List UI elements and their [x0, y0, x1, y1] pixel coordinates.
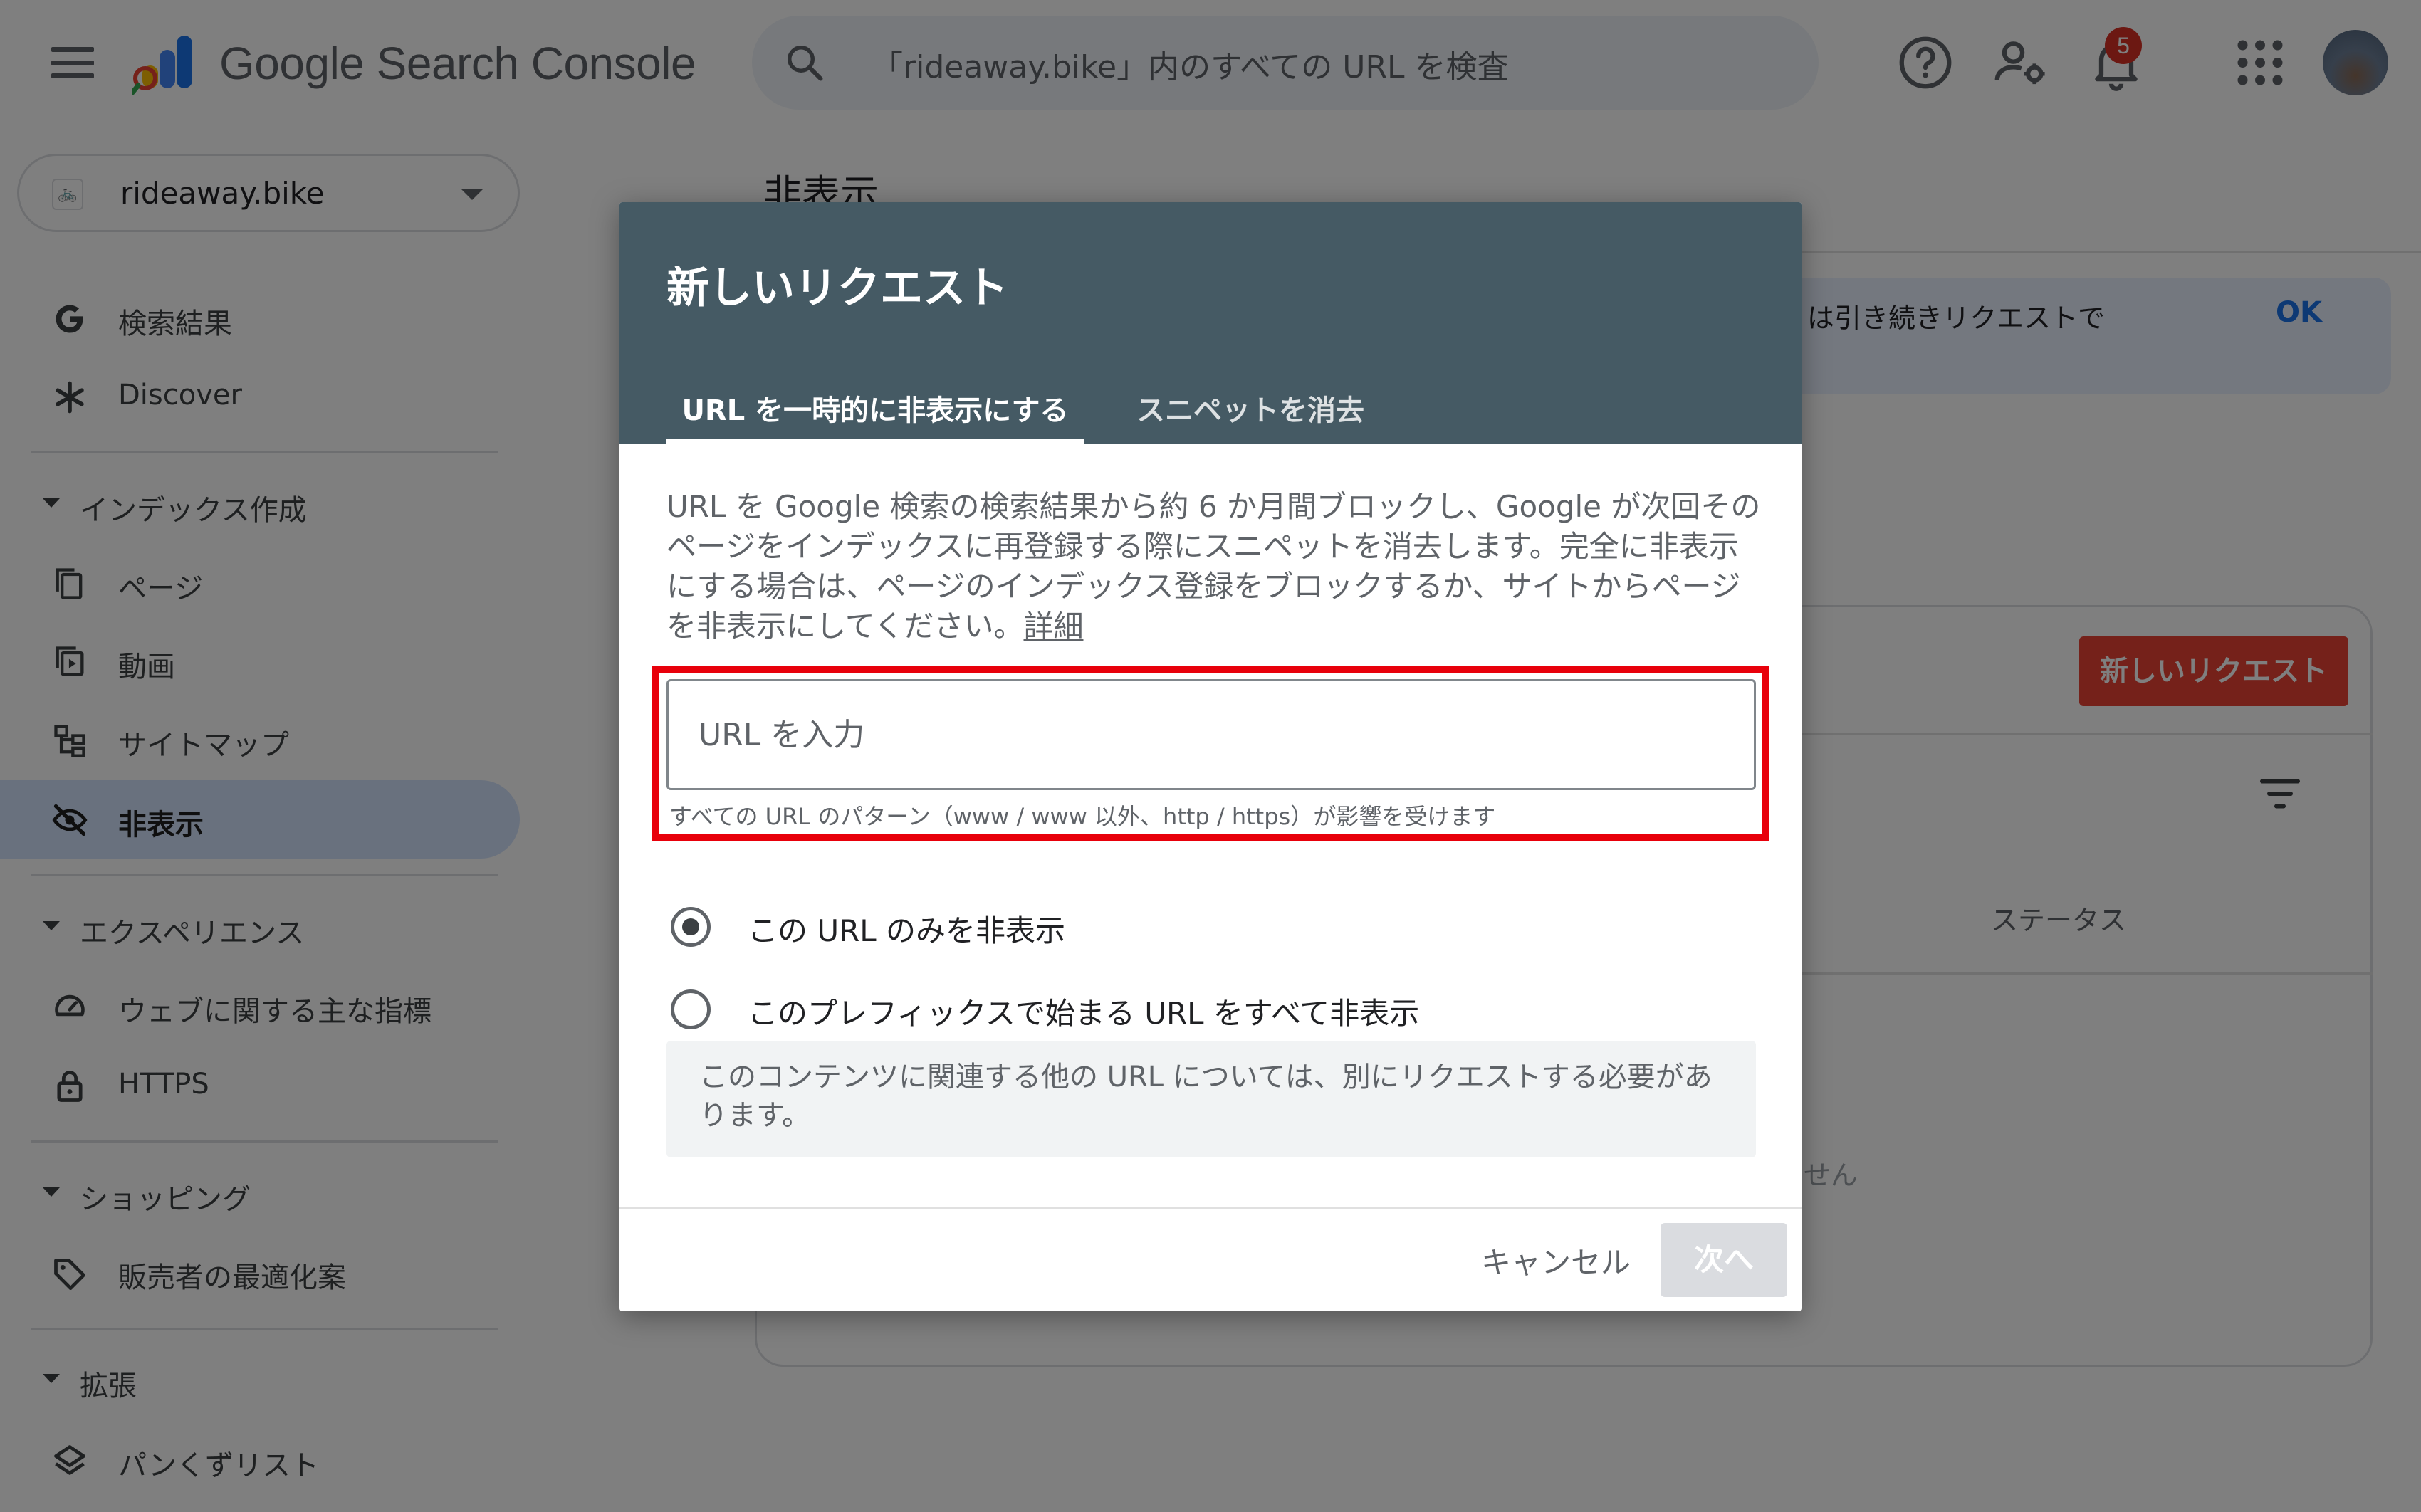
radio-dot	[682, 918, 699, 935]
tab-temporarily-remove-url[interactable]: URL を一時的に非表示にする	[666, 373, 1084, 444]
info-box: このコンテンツに関連する他の URL については、別にリクエストする必要がありま…	[666, 1041, 1756, 1157]
dialog-footer-divider	[619, 1207, 1802, 1209]
active-tab-indicator	[666, 439, 1084, 444]
radio-label-prefix[interactable]: このプレフィックスで始まる URL をすべて非表示	[748, 989, 1419, 1033]
dialog-title: 新しいリクエスト	[666, 263, 1008, 313]
description-text: URL を Google 検索の検索結果から約 6 か月間ブロックし、Googl…	[666, 489, 1761, 644]
radio-prefix[interactable]	[671, 989, 711, 1029]
dialog-description: URL を Google 検索の検索結果から約 6 か月間ブロックし、Googl…	[666, 487, 1763, 646]
tab-label: URL を一時的に非表示にする	[681, 394, 1069, 427]
radio-this-url-only[interactable]	[671, 907, 711, 947]
next-button[interactable]: 次へ	[1661, 1223, 1787, 1297]
radio-label-this-url-only[interactable]: この URL のみを非表示	[748, 907, 1065, 950]
url-input[interactable]	[666, 679, 1756, 790]
tab-label: スニペットを消去	[1136, 394, 1364, 427]
cancel-button[interactable]: キャンセル	[1474, 1227, 1638, 1298]
url-input-hint: すべての URL のパターン（www / www 以外、http / https…	[669, 803, 1496, 830]
details-link[interactable]: 詳細	[1023, 609, 1083, 644]
tab-clear-cached-url[interactable]: スニペットを消去	[1136, 373, 1421, 444]
new-request-dialog: 新しいリクエスト URL を一時的に非表示にする スニペットを消去 URL を …	[619, 202, 1802, 1311]
dialog-header: 新しいリクエスト URL を一時的に非表示にする スニペットを消去	[619, 202, 1802, 444]
